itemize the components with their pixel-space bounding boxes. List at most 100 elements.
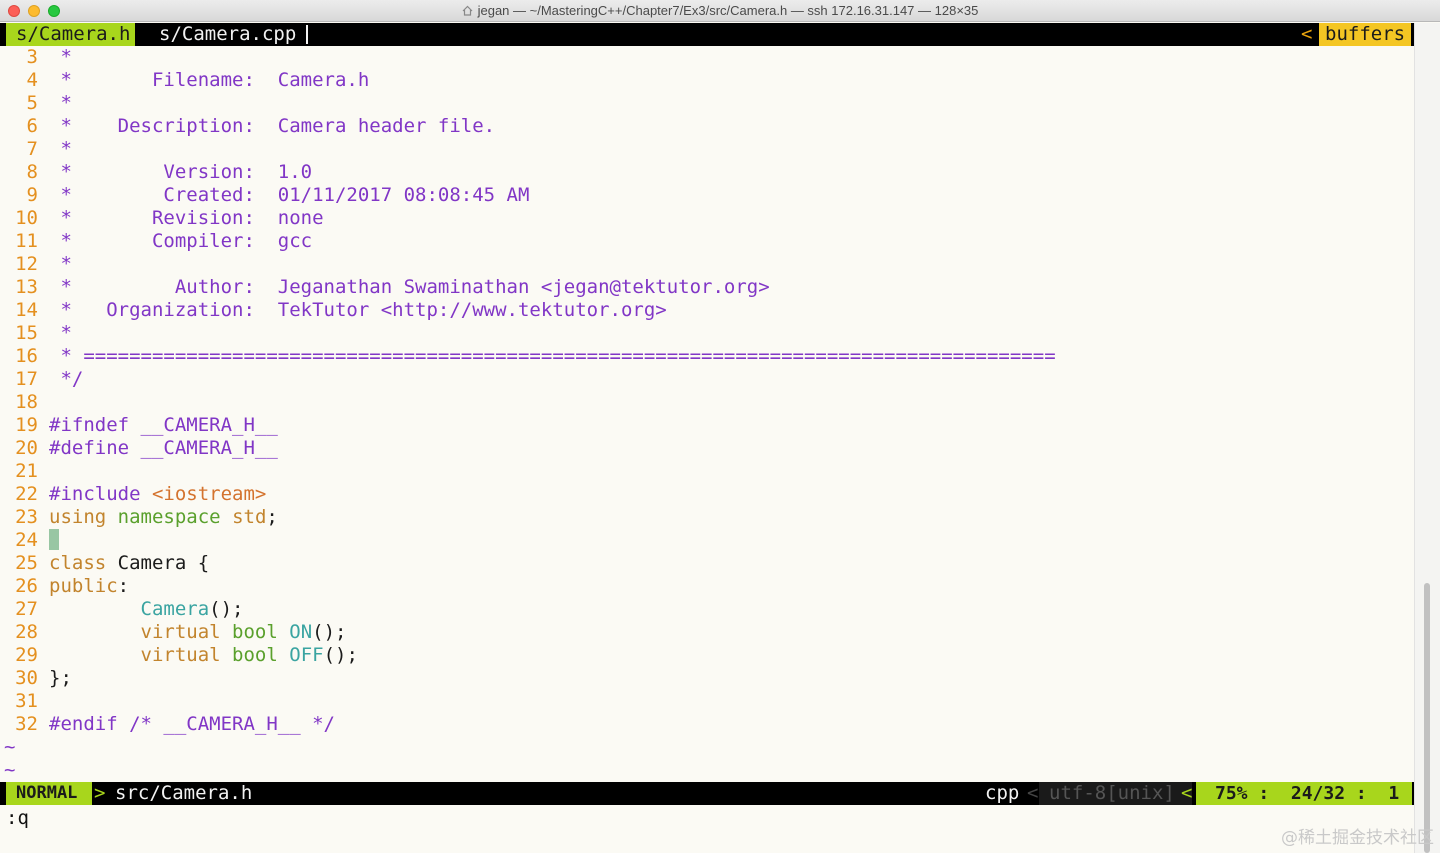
editor-buffer[interactable]: 3 * 4 * Filename: Camera.h 5 * 6 * Descript… [0,46,1414,782]
code-line[interactable]: 17 */ [0,368,83,391]
code-line[interactable]: 9 * Created: 01/11/2017 08:08:45 AM [0,184,530,207]
empty-line-tilde: ~ [4,759,16,781]
line-number: 16 [15,345,38,367]
code-line[interactable]: 15 * [0,322,72,345]
buffers-indicator[interactable]: buffers [1319,23,1411,46]
code-line[interactable]: 19 #ifndef __CAMERA_H__ [0,414,278,437]
status-filetype: cpp [985,782,1020,804]
code-line[interactable]: 20 #define __CAMERA_H__ [0,437,278,460]
vim-tabline: s/Camera.h s/Camera.cpp < buffers [0,23,1414,46]
code-line[interactable]: 8 * Version: 1.0 [0,161,313,184]
buffers-separator: < [1301,23,1313,45]
window-scrollbar[interactable] [1414,23,1440,853]
code-line[interactable]: 4 * Filename: Camera.h [0,69,370,92]
function-name: Camera [140,598,210,620]
line-number: 31 [15,690,38,712]
code-line[interactable]: 18 [0,391,38,414]
code-token: (); [209,598,244,620]
code-text [49,529,59,553]
code-line[interactable]: 14 * Organization: TekTutor <http://www.… [0,299,667,322]
code-token: }; [49,667,72,689]
code-line[interactable]: 10 * Revision: none [0,207,323,230]
code-text: #endif /* __CAMERA_H__ */ [49,713,335,736]
line-number: 20 [15,437,38,459]
code-line[interactable]: 3 * [0,46,72,69]
code-line[interactable]: 24 [0,529,59,552]
code-line[interactable]: 22 #include <iostream> [0,483,266,506]
code-text: public: [49,575,129,598]
line-number: 30 [15,667,38,689]
watermark-text: @稀土掘金技术社区 [1281,828,1434,848]
comment-text: * Revision: none [49,207,324,229]
code-text: * Filename: Camera.h [49,69,369,92]
semicolon: ; [266,506,278,528]
home-folder-icon [462,5,473,16]
line-number: 29 [15,644,38,666]
line-number: 11 [15,230,38,252]
window-title: jegan — ~/MasteringC++/Chapter7/Ex3/src/… [477,3,979,18]
line-number: 8 [26,161,38,183]
comment-text: * [49,46,72,68]
code-text: * Author: Jeganathan Swaminathan <jegan@… [49,276,769,299]
tab-camera-h[interactable]: s/Camera.h [6,23,135,46]
line-number: 12 [15,253,38,275]
line-number: 7 [26,138,38,160]
line-number: 6 [26,115,38,137]
code-text: using namespace std; [49,506,278,529]
code-line[interactable]: 7 * [0,138,72,161]
code-line[interactable]: 32 #endif /* __CAMERA_H__ */ [0,713,335,736]
text-cursor [49,529,59,550]
window-title-wrap: jegan — ~/MasteringC++/Chapter7/Ex3/src/… [0,3,1440,18]
keyword: class [49,552,107,574]
function-name: OFF [289,644,324,666]
code-text: Camera(); [49,598,244,621]
code-text: #include <iostream> [49,483,266,506]
code-text: virtual bool OFF(); [49,644,358,667]
code-line[interactable]: 11 * Compiler: gcc [0,230,312,253]
tab-camera-cpp[interactable]: s/Camera.cpp [159,23,296,46]
preprocessor-keyword: #include [49,483,141,505]
code-text: * [49,138,71,161]
code-text: class Camera { [49,552,209,575]
scrollbar-thumb[interactable] [1424,583,1430,853]
code-line[interactable]: 26 public: [0,575,129,598]
preprocessor-keyword: #endif [49,713,118,735]
code-line[interactable]: 31 [0,690,38,713]
code-line[interactable]: 28 virtual bool ON(); [0,621,346,644]
comment-text: * Version: 1.0 [49,161,313,183]
code-line[interactable]: 23 using namespace std; [0,506,278,529]
comment-text: * Created: 01/11/2017 08:08:45 AM [49,184,530,206]
code-token: Camera { [106,552,210,574]
command-line[interactable]: :q [6,806,29,831]
code-text: }; [49,667,72,690]
code-line[interactable]: 25 class Camera { [0,552,209,575]
code-text: * ======================================… [49,345,1055,368]
code-text: * Description: Camera header file. [49,115,495,138]
code-line[interactable]: 16 * ===================================… [0,345,1056,368]
namespace-name: std [232,506,267,528]
line-number: 22 [15,483,38,505]
code-text: virtual bool ON(); [49,621,347,644]
code-text: * [49,322,71,345]
code-line[interactable]: 21 [0,460,38,483]
code-line[interactable]: 13 * Author: Jeganathan Swaminathan <jeg… [0,276,770,299]
code-text: * [49,253,71,276]
line-number: 26 [15,575,38,597]
code-line[interactable]: 12 * [0,253,72,276]
code-line[interactable]: 30}; [0,667,72,690]
mode-separator: > [94,782,106,804]
code-line[interactable]: 6 * Description: Camera header file. [0,115,496,138]
code-line[interactable]: 29 virtual bool OFF(); [0,644,358,667]
code-text: * Created: 01/11/2017 08:08:45 AM [49,184,529,207]
comment-text: * Organization: TekTutor <http://www.tek… [49,299,667,321]
code-token: __CAMERA_H__ [129,414,278,436]
code-line[interactable]: 27 Camera(); [0,598,243,621]
code-text: */ [49,368,83,391]
code-line[interactable]: 5 * [0,92,72,115]
comment-text: * Filename: Camera.h [49,69,370,91]
line-number: 19 [15,414,38,436]
